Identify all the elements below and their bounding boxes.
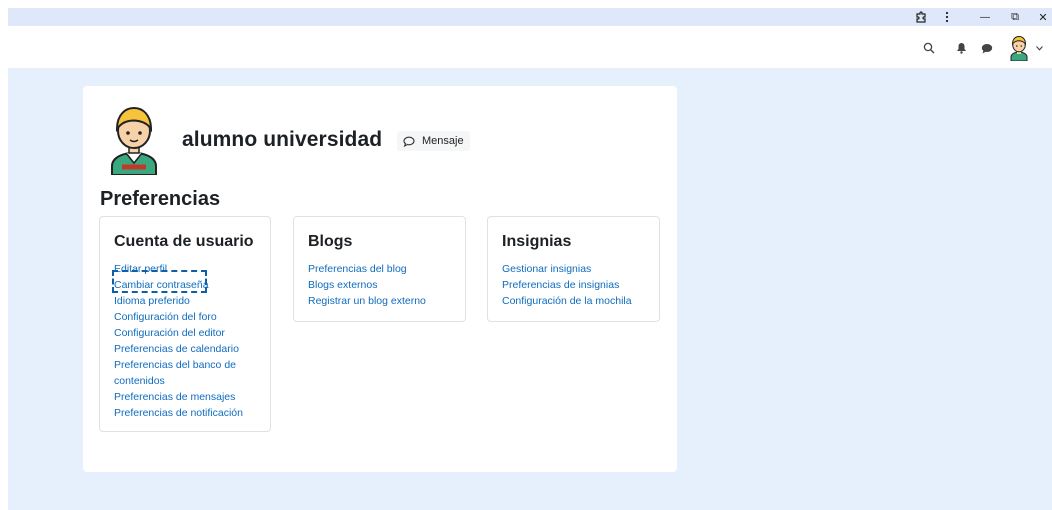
link-badge-preferences[interactable]: Preferencias de insignias xyxy=(502,277,632,293)
speech-bubble-icon xyxy=(403,136,415,147)
message-button-label: Mensaje xyxy=(422,135,464,147)
user-avatar xyxy=(104,103,164,176)
close-button[interactable]: ✕ xyxy=(1032,8,1052,26)
link-list: Preferencias del blog Blogs externos Reg… xyxy=(308,261,426,309)
message-button[interactable]: Mensaje xyxy=(397,131,470,151)
section-badges: Insignias Gestionar insignias Preferenci… xyxy=(487,216,660,322)
link-register-external-blog[interactable]: Registrar un blog externo xyxy=(308,293,426,309)
link-notification-preferences[interactable]: Preferencias de notificación xyxy=(114,405,243,421)
minimize-button[interactable]: — xyxy=(974,8,996,26)
link-external-blogs[interactable]: Blogs externos xyxy=(308,277,426,293)
avatar[interactable] xyxy=(1008,35,1030,62)
puzzle-icon[interactable] xyxy=(910,8,932,26)
kebab-menu-icon[interactable] xyxy=(936,8,958,26)
section-title: Cuenta de usuario xyxy=(114,233,254,250)
link-blog-preferences[interactable]: Preferencias del blog xyxy=(308,261,426,277)
link-content-bank-preferences[interactable]: Preferencias del banco de xyxy=(114,357,243,373)
focus-ring xyxy=(112,270,207,293)
bell-icon[interactable] xyxy=(952,39,970,57)
user-fullname: alumno universidad xyxy=(182,128,383,151)
link-preferred-language[interactable]: Idioma preferido xyxy=(114,293,243,309)
restore-button[interactable]: ⧉ xyxy=(1004,8,1026,26)
section-user-account: Cuenta de usuario Editar perfil Cambiar … xyxy=(99,216,271,432)
section-blogs: Blogs Preferencias del blog Blogs extern… xyxy=(293,216,466,322)
top-navbar xyxy=(8,26,1052,68)
chat-bubble-icon[interactable] xyxy=(978,39,996,57)
link-editor-settings[interactable]: Configuración del editor xyxy=(114,325,243,341)
link-backpack-settings[interactable]: Configuración de la mochila xyxy=(502,293,632,309)
link-list: Gestionar insignias Preferencias de insi… xyxy=(502,261,632,309)
window-titlebar: — ⧉ ✕ xyxy=(8,8,1052,26)
link-manage-badges[interactable]: Gestionar insignias xyxy=(502,261,632,277)
chevron-down-icon[interactable] xyxy=(1033,39,1045,57)
section-title: Insignias xyxy=(502,233,572,250)
search-icon[interactable] xyxy=(920,39,938,57)
link-forum-settings[interactable]: Configuración del foro xyxy=(114,309,243,325)
section-title: Blogs xyxy=(308,233,353,250)
link-message-preferences[interactable]: Preferencias de mensajes xyxy=(114,389,243,405)
page-title: Preferencias xyxy=(100,188,221,210)
link-calendar-preferences[interactable]: Preferencias de calendario xyxy=(114,341,243,357)
link-content-bank-preferences-cont[interactable]: contenidos xyxy=(114,373,243,389)
